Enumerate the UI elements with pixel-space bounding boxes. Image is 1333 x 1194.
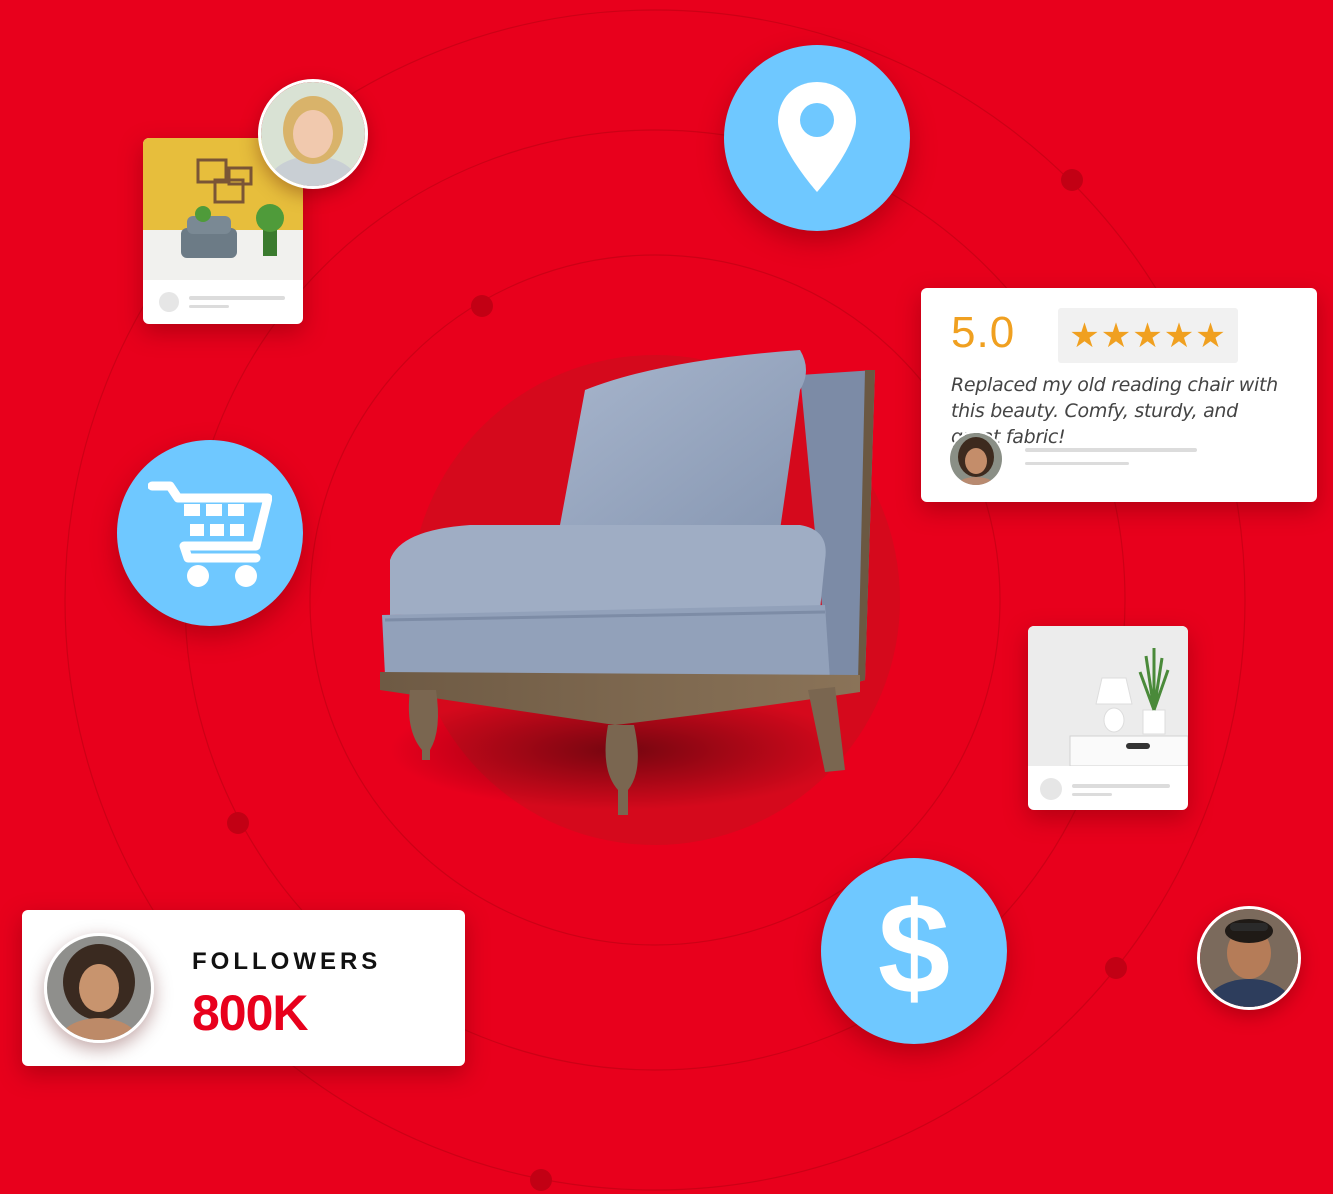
post-line-placeholder xyxy=(189,305,229,308)
lamp-plant-photo xyxy=(1028,626,1188,767)
avatar-man[interactable] xyxy=(1197,906,1301,1010)
location-pin-icon xyxy=(778,82,856,192)
post-author-dot xyxy=(1040,778,1062,800)
post-line-placeholder xyxy=(1072,784,1170,788)
stars-icon: ★★★★★ xyxy=(1069,316,1227,355)
review-text: Replaced my old reading chair with this … xyxy=(951,374,1278,448)
reviewer-name-placeholder xyxy=(1025,448,1197,452)
post-line-placeholder xyxy=(1072,793,1112,796)
review-card[interactable]: 5.0 ★★★★★ Replaced my old reading chair … xyxy=(921,288,1317,502)
post-line-placeholder xyxy=(189,296,285,300)
armchair-image xyxy=(380,350,875,815)
followers-count: 800K xyxy=(192,985,309,1041)
hero-background: 5.0 ★★★★★ Replaced my old reading chair … xyxy=(0,0,1333,1194)
shopping-cart-icon xyxy=(148,481,272,587)
star-rating: ★★★★★ xyxy=(1058,308,1238,363)
post-author-dot xyxy=(159,292,179,312)
dollar-sign-icon: $ xyxy=(877,875,951,1021)
cart-icon-badge[interactable] xyxy=(117,440,303,626)
avatar-woman-blonde[interactable] xyxy=(258,79,368,189)
review-score: 5.0 xyxy=(951,308,1016,357)
reviewer-meta-placeholder xyxy=(1025,462,1129,465)
followers-label: FOLLOWERS xyxy=(192,948,382,975)
followers-card[interactable]: FOLLOWERS 800K xyxy=(22,910,465,1066)
followers-avatar[interactable] xyxy=(44,933,154,1043)
location-icon-badge[interactable] xyxy=(724,45,910,231)
social-post-card-lamp[interactable] xyxy=(1028,626,1188,810)
dollar-icon-badge[interactable]: $ xyxy=(821,858,1007,1044)
reviewer-avatar[interactable] xyxy=(948,431,1004,487)
